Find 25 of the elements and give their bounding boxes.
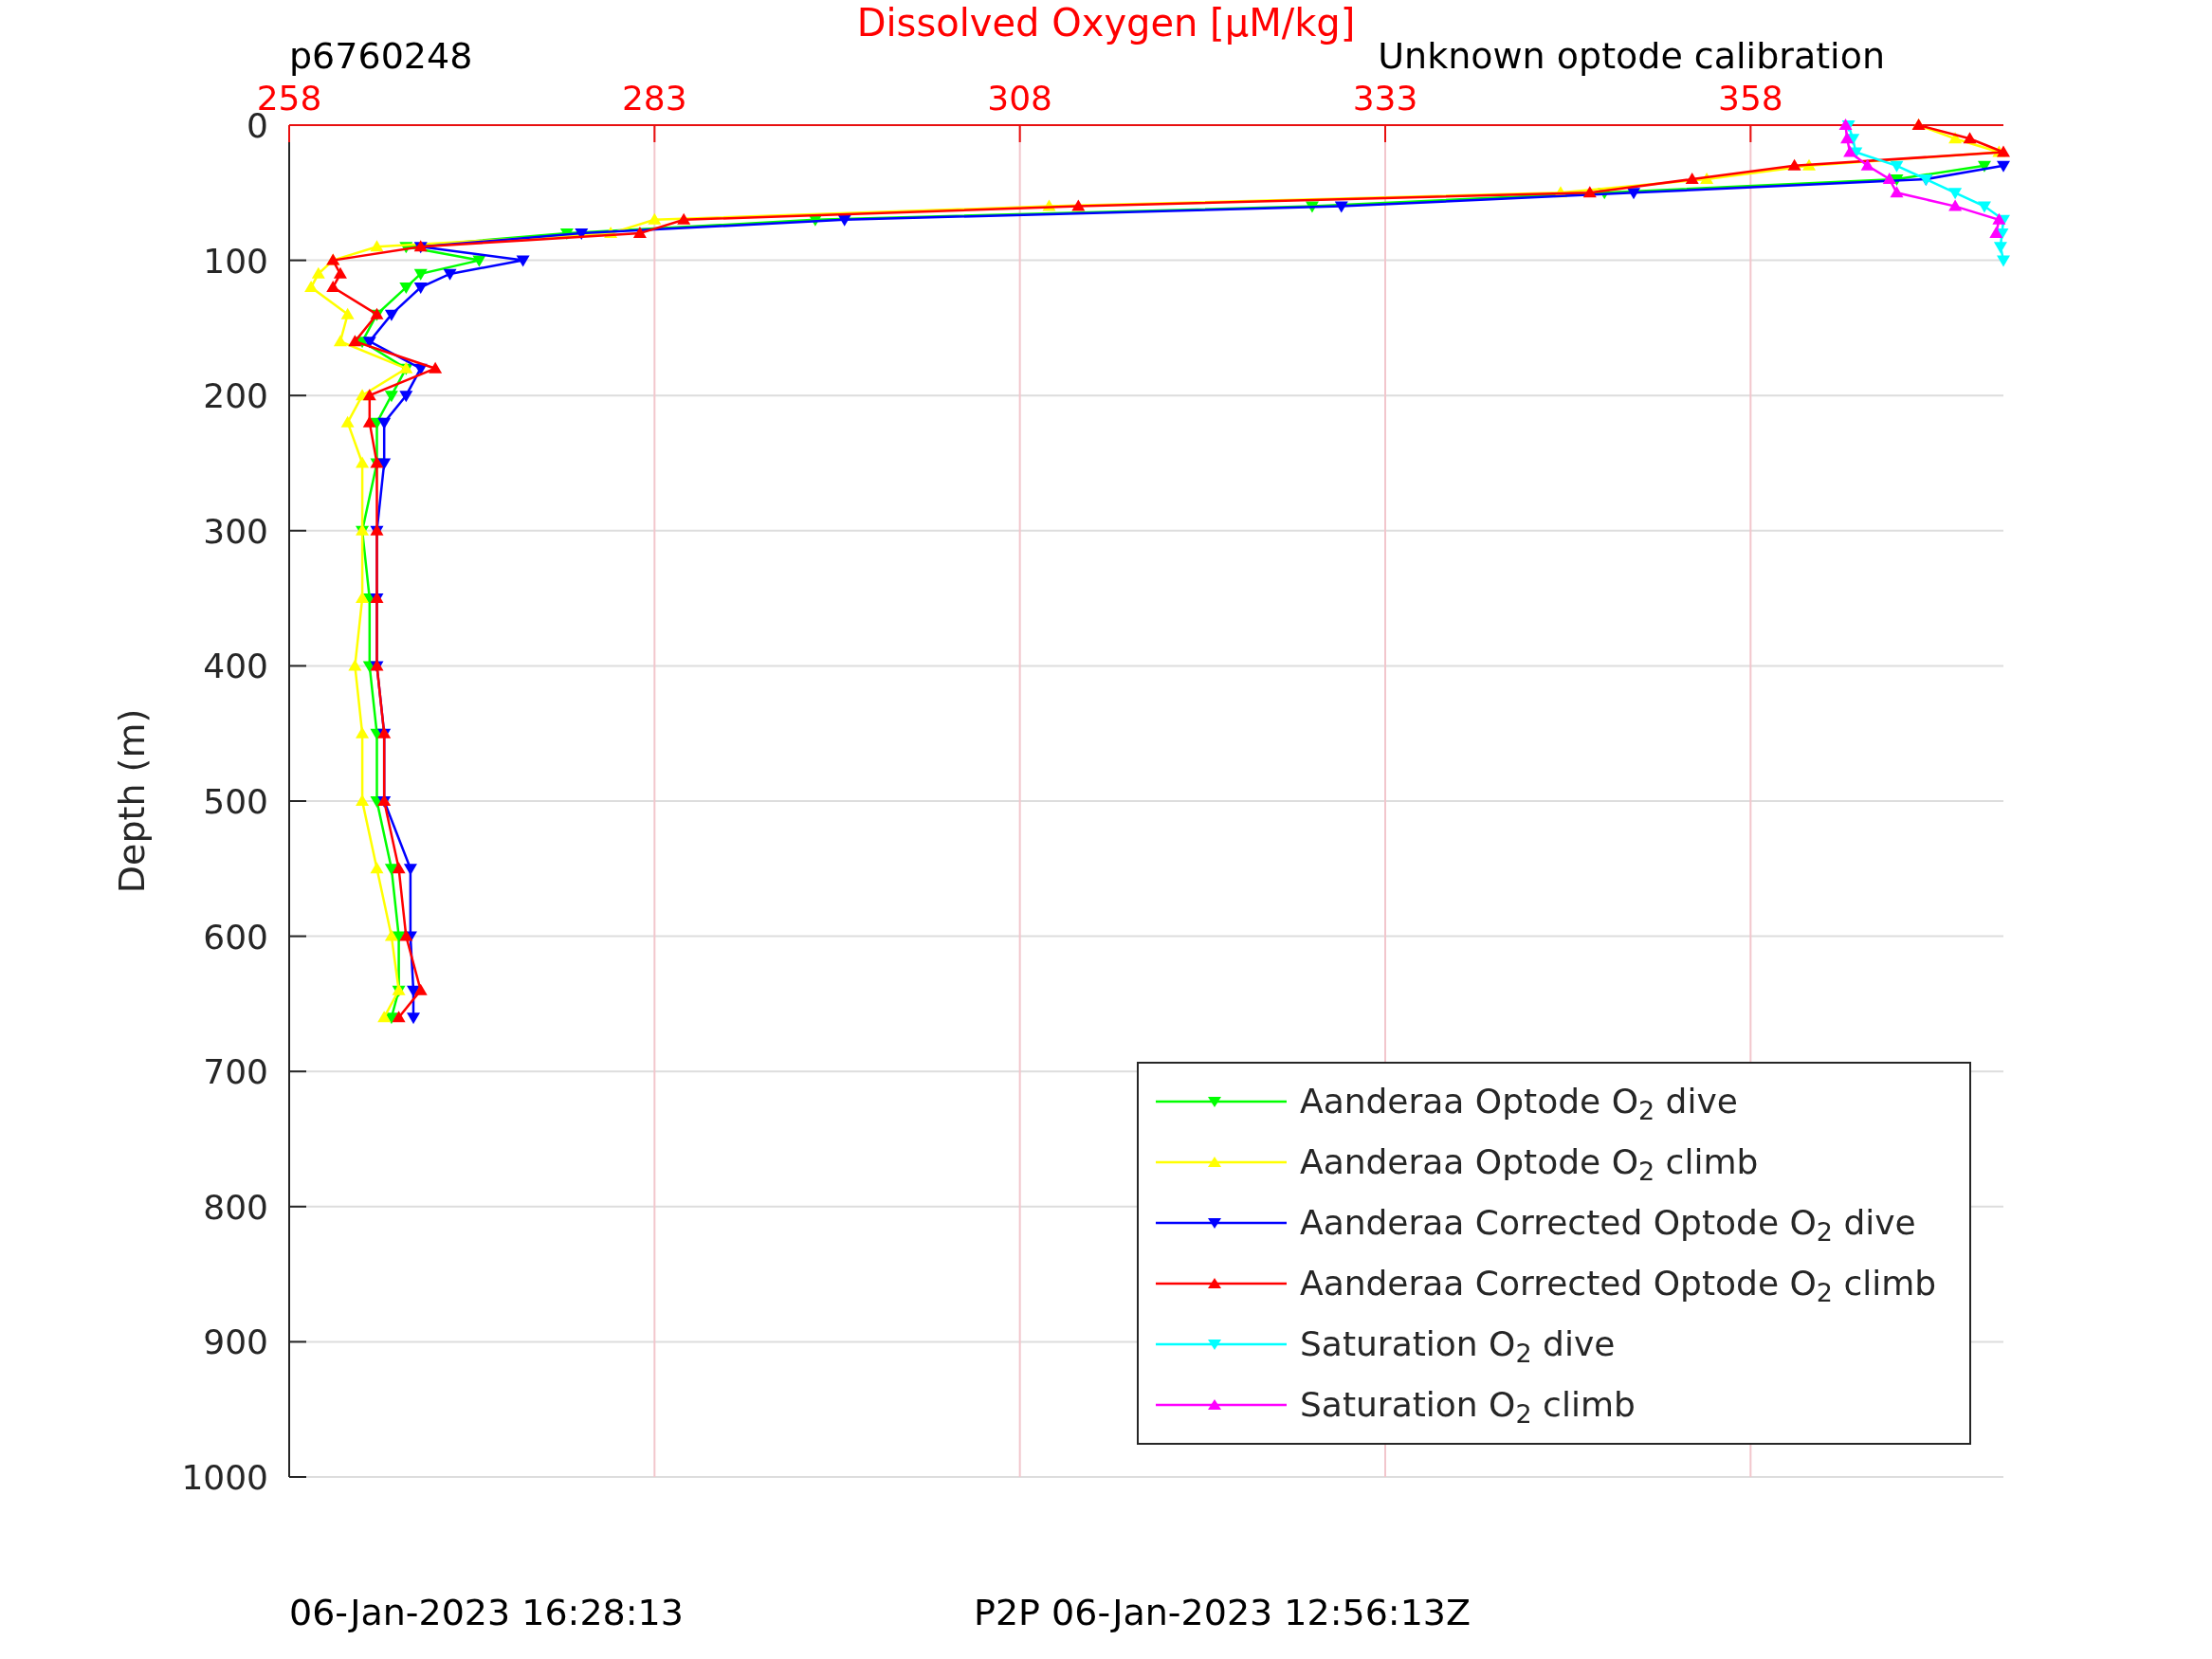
depth-tick-label: 1000 bbox=[181, 1458, 268, 1497]
depth-tick-label: 700 bbox=[203, 1052, 268, 1092]
depth-tick-label: 400 bbox=[203, 647, 268, 686]
legend-label: Aanderaa Optode O$_{2}$ dive bbox=[1300, 1085, 1738, 1119]
depth-tick-label: 300 bbox=[203, 511, 268, 551]
legend-label: Saturation O$_{2}$ climb bbox=[1300, 1388, 1636, 1422]
timestamp: P2P 06-Jan-2023 12:56:13Z bbox=[974, 1595, 1472, 1631]
legend-label: Aanderaa Optode O$_{2}$ climb bbox=[1300, 1145, 1759, 1179]
oxygen-tick-label: 333 bbox=[1352, 79, 1418, 118]
depth-tick-label: 800 bbox=[203, 1187, 268, 1227]
depth-tick-label: 900 bbox=[203, 1322, 268, 1362]
legend-label: Aanderaa Corrected Optode O$_{2}$ climb bbox=[1300, 1267, 1937, 1301]
depth-tick-label: 100 bbox=[203, 241, 268, 281]
depth-tick-label: 600 bbox=[203, 917, 268, 957]
legend-label: Aanderaa Corrected Optode O$_{2}$ dive bbox=[1300, 1206, 1916, 1240]
oxygen-tick-label: 358 bbox=[1718, 79, 1783, 118]
plot-label: Unknown optode calibration bbox=[1378, 38, 1885, 74]
axis-title: Depth (m) bbox=[111, 708, 153, 894]
timestamp: 06-Jan-2023 16:28:13 bbox=[289, 1595, 684, 1631]
plot-label: p6760248 bbox=[289, 38, 473, 74]
depth-tick-label: 200 bbox=[203, 376, 268, 416]
legend-label: Saturation O$_{2}$ dive bbox=[1300, 1327, 1616, 1361]
depth-tick-label: 500 bbox=[203, 782, 268, 821]
oxygen-tick-label: 308 bbox=[987, 79, 1053, 118]
oxygen-tick-label: 283 bbox=[622, 79, 687, 118]
